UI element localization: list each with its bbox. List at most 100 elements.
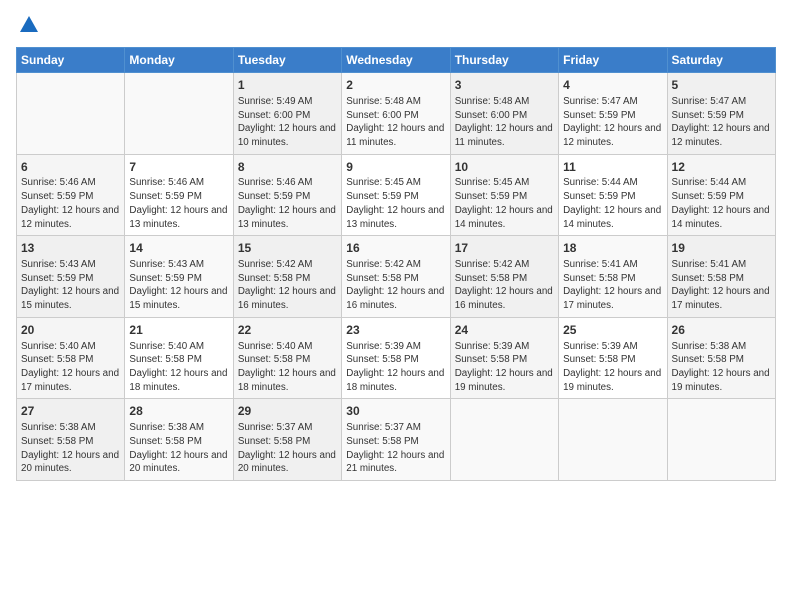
- day-number: 1: [238, 77, 337, 94]
- day-info: Sunrise: 5:48 AM Sunset: 6:00 PM Dayligh…: [346, 95, 445, 150]
- day-number: 9: [346, 159, 445, 176]
- calendar-cell: [17, 73, 125, 155]
- calendar-cell: [450, 399, 558, 481]
- day-number: 11: [563, 159, 662, 176]
- calendar-cell: 27Sunrise: 5:38 AM Sunset: 5:58 PM Dayli…: [17, 399, 125, 481]
- day-info: Sunrise: 5:37 AM Sunset: 5:58 PM Dayligh…: [346, 421, 445, 476]
- day-info: Sunrise: 5:47 AM Sunset: 5:59 PM Dayligh…: [563, 95, 662, 150]
- day-number: 30: [346, 403, 445, 420]
- day-info: Sunrise: 5:39 AM Sunset: 5:58 PM Dayligh…: [563, 340, 662, 395]
- logo-text: [16, 14, 40, 41]
- week-row-4: 20Sunrise: 5:40 AM Sunset: 5:58 PM Dayli…: [17, 317, 776, 399]
- day-number: 27: [21, 403, 120, 420]
- day-info: Sunrise: 5:49 AM Sunset: 6:00 PM Dayligh…: [238, 95, 337, 150]
- day-number: 26: [672, 322, 771, 339]
- calendar-cell: 21Sunrise: 5:40 AM Sunset: 5:58 PM Dayli…: [125, 317, 233, 399]
- day-info: Sunrise: 5:47 AM Sunset: 5:59 PM Dayligh…: [672, 95, 771, 150]
- day-info: Sunrise: 5:42 AM Sunset: 5:58 PM Dayligh…: [455, 258, 554, 313]
- calendar-cell: 3Sunrise: 5:48 AM Sunset: 6:00 PM Daylig…: [450, 73, 558, 155]
- day-number: 12: [672, 159, 771, 176]
- day-number: 15: [238, 240, 337, 257]
- day-info: Sunrise: 5:46 AM Sunset: 5:59 PM Dayligh…: [21, 176, 120, 231]
- calendar-cell: 19Sunrise: 5:41 AM Sunset: 5:58 PM Dayli…: [667, 236, 775, 318]
- day-info: Sunrise: 5:42 AM Sunset: 5:58 PM Dayligh…: [346, 258, 445, 313]
- col-header-friday: Friday: [559, 48, 667, 73]
- week-row-1: 1Sunrise: 5:49 AM Sunset: 6:00 PM Daylig…: [17, 73, 776, 155]
- day-info: Sunrise: 5:45 AM Sunset: 5:59 PM Dayligh…: [455, 176, 554, 231]
- calendar-cell: 23Sunrise: 5:39 AM Sunset: 5:58 PM Dayli…: [342, 317, 450, 399]
- col-header-tuesday: Tuesday: [233, 48, 341, 73]
- logo-icon: [18, 14, 40, 36]
- calendar-cell: 13Sunrise: 5:43 AM Sunset: 5:59 PM Dayli…: [17, 236, 125, 318]
- day-info: Sunrise: 5:37 AM Sunset: 5:58 PM Dayligh…: [238, 421, 337, 476]
- calendar-cell: 2Sunrise: 5:48 AM Sunset: 6:00 PM Daylig…: [342, 73, 450, 155]
- day-number: 8: [238, 159, 337, 176]
- calendar-cell: 29Sunrise: 5:37 AM Sunset: 5:58 PM Dayli…: [233, 399, 341, 481]
- day-info: Sunrise: 5:40 AM Sunset: 5:58 PM Dayligh…: [238, 340, 337, 395]
- day-info: Sunrise: 5:41 AM Sunset: 5:58 PM Dayligh…: [563, 258, 662, 313]
- header: [16, 12, 776, 41]
- day-info: Sunrise: 5:48 AM Sunset: 6:00 PM Dayligh…: [455, 95, 554, 150]
- week-row-5: 27Sunrise: 5:38 AM Sunset: 5:58 PM Dayli…: [17, 399, 776, 481]
- week-row-2: 6Sunrise: 5:46 AM Sunset: 5:59 PM Daylig…: [17, 154, 776, 236]
- calendar-cell: 12Sunrise: 5:44 AM Sunset: 5:59 PM Dayli…: [667, 154, 775, 236]
- day-number: 7: [129, 159, 228, 176]
- day-info: Sunrise: 5:45 AM Sunset: 5:59 PM Dayligh…: [346, 176, 445, 231]
- calendar-cell: 15Sunrise: 5:42 AM Sunset: 5:58 PM Dayli…: [233, 236, 341, 318]
- calendar-cell: [125, 73, 233, 155]
- day-info: Sunrise: 5:44 AM Sunset: 5:59 PM Dayligh…: [563, 176, 662, 231]
- day-info: Sunrise: 5:42 AM Sunset: 5:58 PM Dayligh…: [238, 258, 337, 313]
- calendar-cell: 4Sunrise: 5:47 AM Sunset: 5:59 PM Daylig…: [559, 73, 667, 155]
- calendar-cell: 24Sunrise: 5:39 AM Sunset: 5:58 PM Dayli…: [450, 317, 558, 399]
- day-number: 24: [455, 322, 554, 339]
- day-info: Sunrise: 5:40 AM Sunset: 5:58 PM Dayligh…: [21, 340, 120, 395]
- calendar-cell: 30Sunrise: 5:37 AM Sunset: 5:58 PM Dayli…: [342, 399, 450, 481]
- calendar-table: SundayMondayTuesdayWednesdayThursdayFrid…: [16, 47, 776, 481]
- day-number: 18: [563, 240, 662, 257]
- calendar-cell: 26Sunrise: 5:38 AM Sunset: 5:58 PM Dayli…: [667, 317, 775, 399]
- day-number: 21: [129, 322, 228, 339]
- calendar-cell: 20Sunrise: 5:40 AM Sunset: 5:58 PM Dayli…: [17, 317, 125, 399]
- day-number: 6: [21, 159, 120, 176]
- day-info: Sunrise: 5:44 AM Sunset: 5:59 PM Dayligh…: [672, 176, 771, 231]
- day-number: 17: [455, 240, 554, 257]
- day-info: Sunrise: 5:38 AM Sunset: 5:58 PM Dayligh…: [672, 340, 771, 395]
- day-number: 2: [346, 77, 445, 94]
- day-info: Sunrise: 5:38 AM Sunset: 5:58 PM Dayligh…: [21, 421, 120, 476]
- day-number: 25: [563, 322, 662, 339]
- calendar-cell: 9Sunrise: 5:45 AM Sunset: 5:59 PM Daylig…: [342, 154, 450, 236]
- day-number: 10: [455, 159, 554, 176]
- calendar-cell: 28Sunrise: 5:38 AM Sunset: 5:58 PM Dayli…: [125, 399, 233, 481]
- day-info: Sunrise: 5:46 AM Sunset: 5:59 PM Dayligh…: [129, 176, 228, 231]
- logo: [16, 14, 40, 41]
- calendar-cell: 8Sunrise: 5:46 AM Sunset: 5:59 PM Daylig…: [233, 154, 341, 236]
- day-number: 4: [563, 77, 662, 94]
- day-number: 22: [238, 322, 337, 339]
- day-number: 28: [129, 403, 228, 420]
- calendar-header-row: SundayMondayTuesdayWednesdayThursdayFrid…: [17, 48, 776, 73]
- calendar-cell: 17Sunrise: 5:42 AM Sunset: 5:58 PM Dayli…: [450, 236, 558, 318]
- day-info: Sunrise: 5:43 AM Sunset: 5:59 PM Dayligh…: [129, 258, 228, 313]
- day-info: Sunrise: 5:39 AM Sunset: 5:58 PM Dayligh…: [346, 340, 445, 395]
- day-number: 14: [129, 240, 228, 257]
- day-number: 13: [21, 240, 120, 257]
- calendar-cell: 14Sunrise: 5:43 AM Sunset: 5:59 PM Dayli…: [125, 236, 233, 318]
- calendar-cell: 16Sunrise: 5:42 AM Sunset: 5:58 PM Dayli…: [342, 236, 450, 318]
- day-info: Sunrise: 5:43 AM Sunset: 5:59 PM Dayligh…: [21, 258, 120, 313]
- calendar-cell: [667, 399, 775, 481]
- calendar-cell: [559, 399, 667, 481]
- calendar-cell: 10Sunrise: 5:45 AM Sunset: 5:59 PM Dayli…: [450, 154, 558, 236]
- calendar-cell: 5Sunrise: 5:47 AM Sunset: 5:59 PM Daylig…: [667, 73, 775, 155]
- col-header-saturday: Saturday: [667, 48, 775, 73]
- col-header-wednesday: Wednesday: [342, 48, 450, 73]
- day-number: 23: [346, 322, 445, 339]
- day-number: 5: [672, 77, 771, 94]
- day-info: Sunrise: 5:39 AM Sunset: 5:58 PM Dayligh…: [455, 340, 554, 395]
- calendar-cell: 25Sunrise: 5:39 AM Sunset: 5:58 PM Dayli…: [559, 317, 667, 399]
- day-number: 19: [672, 240, 771, 257]
- week-row-3: 13Sunrise: 5:43 AM Sunset: 5:59 PM Dayli…: [17, 236, 776, 318]
- day-number: 3: [455, 77, 554, 94]
- col-header-sunday: Sunday: [17, 48, 125, 73]
- day-number: 29: [238, 403, 337, 420]
- col-header-monday: Monday: [125, 48, 233, 73]
